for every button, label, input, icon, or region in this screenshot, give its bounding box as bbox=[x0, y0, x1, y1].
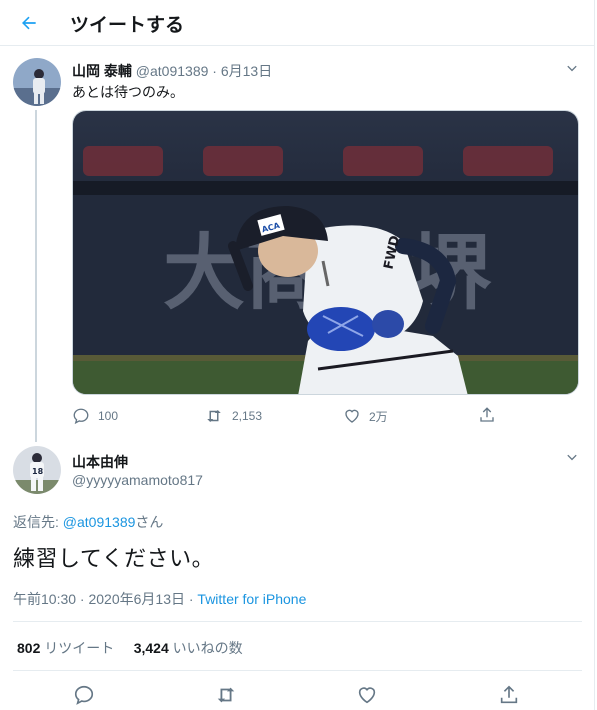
parent-author-handle[interactable]: @at091389 bbox=[136, 63, 209, 79]
heart-icon bbox=[345, 409, 359, 423]
reply-author-handle[interactable]: @yyyyyamamoto817 bbox=[72, 472, 203, 488]
share-icon[interactable] bbox=[498, 684, 520, 706]
tweet-detail-page: ツイートする 山岡 泰輔 @at091389 · 6月13日 あとは待つのみ。 bbox=[0, 0, 595, 710]
tweet-photo[interactable]: 大商大堺 FWD ACA bbox=[72, 110, 579, 395]
reply-to-line: 返信先: @at091389さん bbox=[13, 512, 163, 532]
like-count: 2万 bbox=[369, 409, 388, 424]
avatar-yamamoto[interactable]: 18 bbox=[13, 446, 61, 494]
divider bbox=[13, 670, 582, 671]
reply-tweet-text: 練習してください。 bbox=[13, 546, 215, 571]
chevron-down-icon[interactable] bbox=[564, 61, 580, 77]
like-stat[interactable]: 3,424 いいねの数 bbox=[134, 640, 243, 656]
parent-author-name[interactable]: 山岡 泰輔 bbox=[72, 63, 132, 79]
avatar-yamaoka[interactable] bbox=[13, 58, 61, 106]
reply-author-name[interactable]: 山本由伸 bbox=[72, 452, 128, 472]
source-link[interactable]: Twitter for iPhone bbox=[197, 591, 306, 607]
share-icon bbox=[480, 407, 494, 422]
reply-to-mention[interactable]: @at091389 bbox=[63, 514, 136, 530]
like-stat-count: 3,424 bbox=[133, 640, 169, 656]
reply-count: 100 bbox=[98, 409, 119, 423]
reply-timestamp-line: 午前10:30 · 2020年6月13日 · Twitter for iPhon… bbox=[13, 589, 306, 609]
like-stat-label: いいねの数 bbox=[172, 640, 243, 656]
like-action[interactable]: 2万 bbox=[343, 407, 388, 425]
parent-tweet-text: あとは待つのみ。 bbox=[72, 84, 184, 100]
retweet-action[interactable]: 2,153 bbox=[204, 407, 262, 425]
reply-to-prefix: 返信先: bbox=[13, 514, 63, 530]
reply-icon[interactable] bbox=[73, 684, 95, 706]
share-action[interactable] bbox=[478, 406, 496, 424]
divider bbox=[13, 621, 582, 622]
header: ツイートする bbox=[0, 0, 595, 46]
retweet-stat-count: 802 bbox=[17, 640, 41, 656]
page-title: ツイートする bbox=[70, 15, 185, 36]
retweet-stat-label: リツイート bbox=[44, 640, 115, 656]
parent-tweet-meta: 山岡 泰輔 @at091389 · 6月13日 bbox=[72, 61, 272, 81]
engagement-stats: 802 リツイート 3,424 いいねの数 bbox=[17, 638, 243, 658]
reply-timestamp[interactable]: 午前10:30 · 2020年6月13日 · bbox=[13, 591, 197, 607]
parent-tweet-date[interactable]: 6月13日 bbox=[221, 63, 272, 79]
retweet-icon bbox=[207, 410, 221, 422]
reply-icon bbox=[73, 408, 89, 425]
retweet-stat[interactable]: 802 リツイート bbox=[17, 640, 114, 656]
reply-to-suffix: さん bbox=[135, 514, 164, 530]
avatar-number: 18 bbox=[32, 467, 44, 476]
heart-icon[interactable] bbox=[356, 684, 378, 706]
meta-separator: · bbox=[212, 63, 217, 79]
back-arrow-icon bbox=[22, 16, 36, 30]
retweet-count: 2,153 bbox=[232, 409, 263, 423]
chevron-down-icon[interactable] bbox=[564, 450, 580, 466]
thread-line bbox=[35, 110, 37, 442]
reply-action[interactable]: 100 bbox=[72, 407, 118, 425]
retweet-icon[interactable] bbox=[214, 684, 238, 706]
back-button[interactable] bbox=[14, 8, 44, 38]
